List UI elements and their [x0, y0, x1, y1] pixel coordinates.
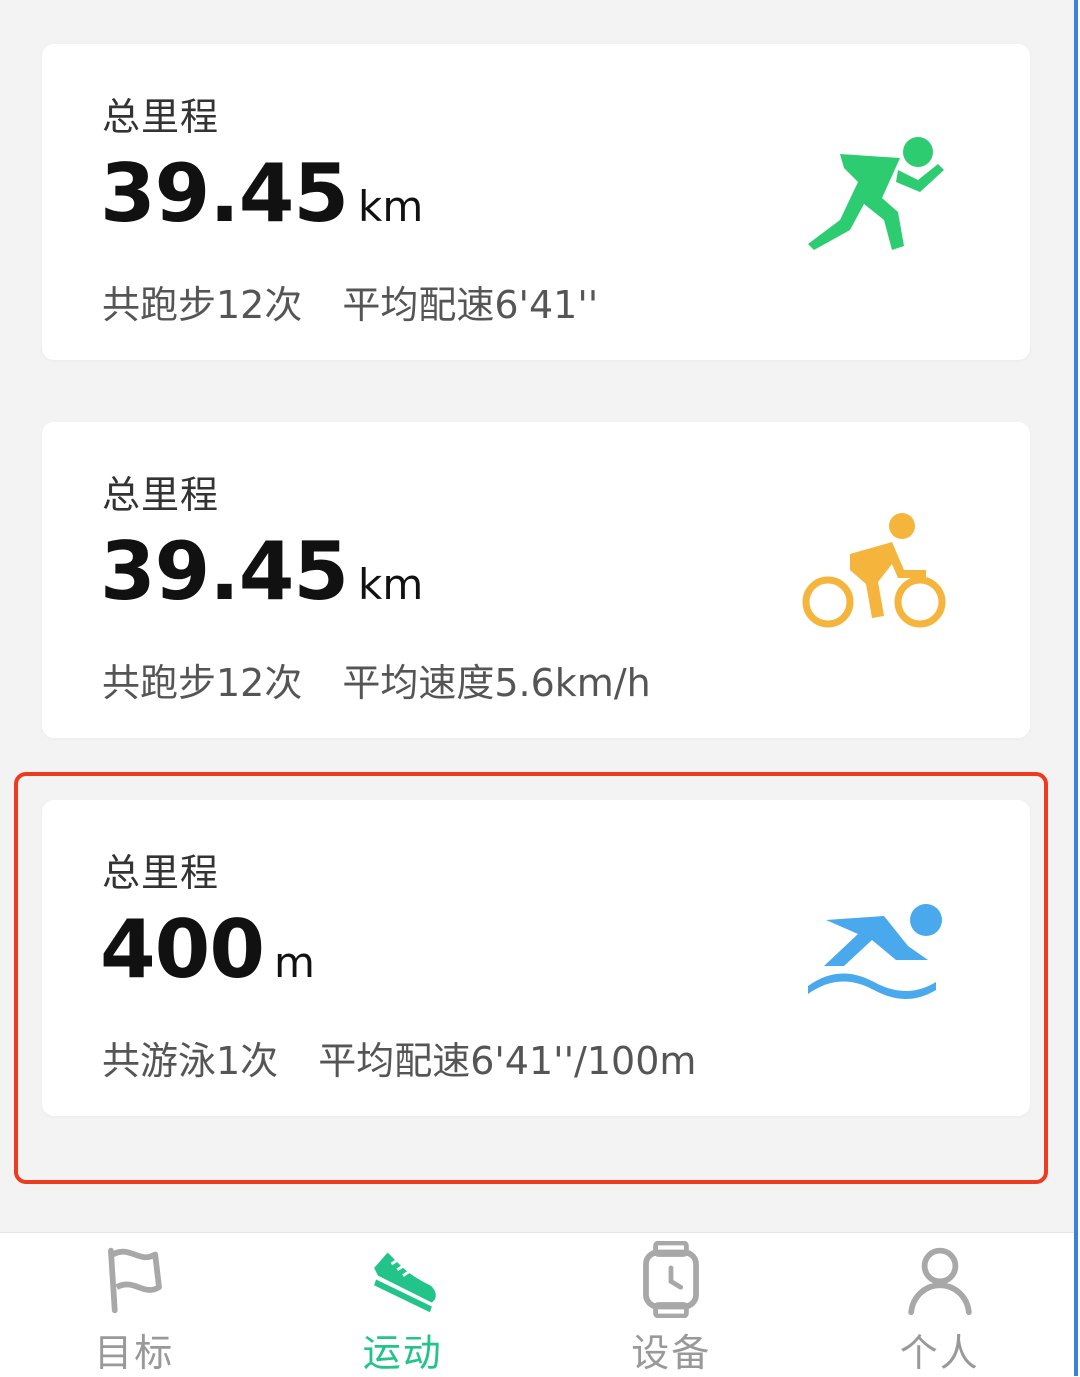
card-stats: 共跑步12次 平均配速6'41'' — [102, 274, 598, 329]
distance-unit: km — [358, 560, 424, 609]
card-label: 总里程 — [102, 95, 220, 139]
tab-goal[interactable]: 目标 — [0, 1233, 269, 1377]
tab-label: 目标 — [94, 1331, 175, 1375]
distance-unit: km — [358, 182, 424, 231]
distance-value: 39.45 — [100, 147, 349, 240]
total-distance: 39.45 km — [100, 154, 423, 234]
distance-value: 39.45 — [100, 525, 349, 618]
tab-label: 运动 — [362, 1331, 443, 1375]
activity-count: 共跑步12次 — [102, 283, 303, 327]
average-speed: 平均速度5.6km/h — [342, 661, 651, 705]
total-distance: 39.45 km — [100, 532, 423, 612]
flag-icon — [108, 1247, 163, 1314]
bottom-tab-bar: 目标 运动 设备 个人 — [0, 1232, 1074, 1377]
tab-label: 个人 — [899, 1331, 980, 1375]
card-label: 总里程 — [102, 473, 220, 517]
card-stats: 共跑步12次 平均速度5.6km/h — [102, 652, 651, 707]
tab-profile[interactable]: 个人 — [806, 1233, 1075, 1377]
running-summary-card[interactable]: 总里程 39.45 km 共跑步12次 平均配速6'41'' — [42, 44, 1030, 360]
sports-summary-screen: 总里程 39.45 km 共跑步12次 平均配速6'41'' 总里程 39.45… — [0, 0, 1078, 1377]
cycling-summary-card[interactable]: 总里程 39.45 km 共跑步12次 平均速度5.6km/h — [42, 422, 1030, 738]
sneaker-icon — [373, 1252, 436, 1313]
activity-count: 共跑步12次 — [102, 661, 303, 705]
tab-label: 设备 — [631, 1331, 712, 1375]
tab-device[interactable]: 设备 — [537, 1233, 806, 1377]
average-pace: 平均配速6'41'' — [342, 283, 599, 327]
cycling-icon — [802, 513, 946, 628]
highlight-box — [14, 772, 1048, 1184]
watch-icon — [643, 1241, 700, 1318]
person-icon — [907, 1247, 972, 1316]
running-icon — [808, 137, 944, 250]
tab-sports[interactable]: 运动 — [269, 1233, 538, 1377]
